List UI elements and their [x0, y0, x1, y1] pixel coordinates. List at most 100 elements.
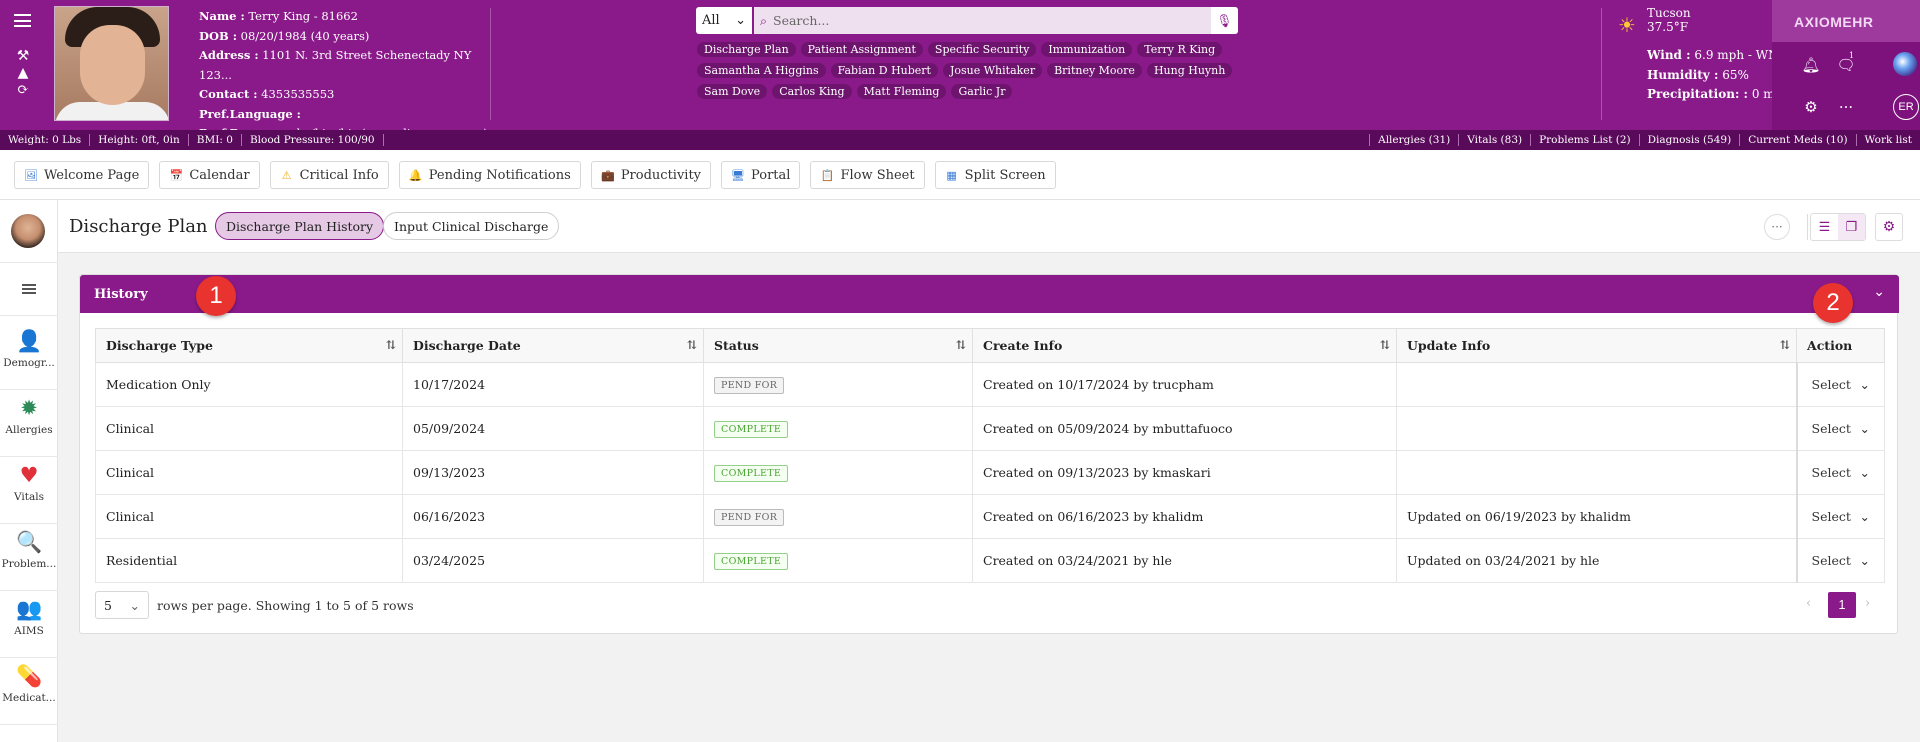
sidebar-item-vitals[interactable]: ♥ Vitals [0, 462, 58, 503]
flowsheet-icon: 📋 [820, 168, 835, 182]
quick-chip[interactable]: Matt Fleming [856, 84, 947, 99]
toolbar-portal-button[interactable]: 🖥 Portal [721, 161, 801, 189]
sidebar-item-allergies[interactable]: ✹ Allergies [0, 395, 58, 436]
create-info-cell: Created on 09/13/2023 by kmaskari [972, 450, 1397, 495]
discharge-date-cell: 05/09/2024 [402, 406, 704, 451]
vitals-link[interactable]: Work list [1855, 134, 1920, 146]
sort-icon[interactable]: ⇅ [1780, 338, 1790, 352]
list-view-icon[interactable]: ☰ [1811, 214, 1838, 240]
warning-icon: ⚠ [281, 168, 292, 182]
column-header[interactable]: Discharge Type ⇅ [95, 328, 403, 363]
action-select[interactable]: Select ⌄ [1808, 421, 1875, 436]
sidebar-item-problem[interactable]: 🔍 Problem... [0, 529, 58, 570]
quick-chip[interactable]: Samantha A Higgins [697, 63, 826, 78]
create-info-cell: Created on 03/24/2021 by hle [972, 538, 1397, 583]
tab-input-clinical-discharge[interactable]: Input Clinical Discharge [383, 212, 560, 240]
toolbar-flow-sheet-button[interactable]: 📋 Flow Sheet [810, 161, 925, 189]
table-row: Clinical 09/13/2023 COMPLETE Created on 09/… [95, 450, 1885, 495]
more-options-button[interactable]: ··· [1764, 214, 1790, 240]
page-number-button[interactable]: 1 [1828, 592, 1856, 618]
heart-pulse-icon: ♥ [19, 463, 39, 487]
microphone-icon[interactable]: 🎙 [1211, 7, 1238, 34]
quick-chip[interactable]: Britney Moore [1047, 63, 1142, 78]
vitals-link[interactable]: Current Meds (10) [1739, 134, 1855, 146]
toolbar-critical-info-button[interactable]: ⚠ Critical Info [269, 161, 389, 189]
column-header[interactable]: Status ⇅ [703, 328, 973, 363]
next-page-icon[interactable]: › [1865, 596, 1870, 611]
search-scope-select[interactable]: All ⌄ [696, 7, 752, 34]
collapse-chevron-icon[interactable]: ⌄ [1873, 284, 1885, 300]
sort-icon[interactable]: ⇅ [687, 338, 697, 352]
patient-avatar[interactable] [11, 214, 45, 248]
quick-chip[interactable]: Terry R King [1137, 42, 1223, 57]
search-input[interactable]: ⌕ Search... 🎙 [754, 7, 1238, 34]
toolbar-productivity-button[interactable]: 💼 Productivity [590, 161, 712, 189]
weather-temp: 37.5°F [1647, 20, 1689, 34]
refresh-icon[interactable]: ⟳ [17, 82, 29, 98]
create-info-cell: Created on 10/17/2024 by trucpham [972, 362, 1397, 407]
card-view-icon[interactable]: ❐ [1838, 214, 1865, 240]
quick-chip[interactable]: Hung Huynh [1146, 63, 1233, 78]
action-select[interactable]: Select ⌄ [1808, 465, 1875, 480]
vitals-bar: Weight: 0 Lbs Height: 0ft, 0in BMI: 0 Blood… [0, 130, 1920, 150]
more-icon[interactable]: ··· [1835, 96, 1857, 118]
gear-icon[interactable]: ⚙ [1800, 96, 1822, 118]
update-info-cell [1396, 406, 1797, 451]
quick-chip[interactable]: Garlic Jr [951, 84, 1013, 99]
toolbar-welcome-page-button[interactable]: 🖼 Welcome Page [14, 161, 150, 189]
tab-discharge-plan-history[interactable]: Discharge Plan History [215, 212, 385, 240]
bell-icon[interactable]: 🔔︎ [1800, 54, 1822, 76]
gavel-icon[interactable]: ⚒ [17, 48, 30, 64]
quick-chip[interactable]: Carlos King [772, 84, 852, 99]
settings-gear-icon[interactable]: ⚙ [1875, 213, 1903, 241]
main-menu-icon[interactable] [14, 14, 31, 27]
sort-icon[interactable]: ⇅ [386, 338, 396, 352]
column-header[interactable]: Create Info ⇅ [972, 328, 1397, 363]
toolbar-calendar-button[interactable]: 📅 Calendar [159, 161, 260, 189]
action-select[interactable]: Select ⌄ [1808, 553, 1875, 568]
chat-icon[interactable]: 🗨︎ 1 [1835, 51, 1857, 76]
sort-icon[interactable]: ⇅ [956, 338, 966, 352]
column-header: Action [1796, 328, 1885, 363]
user-avatar[interactable]: ER [1893, 94, 1919, 120]
rows-per-page-select[interactable]: 5 ⌄ [95, 591, 149, 619]
quick-chip[interactable]: Fabian D Hubert [830, 63, 938, 78]
action-select[interactable]: Select ⌄ [1808, 377, 1875, 392]
chevron-down-icon: ⌄ [1859, 509, 1870, 524]
history-panel-header[interactable]: History ⌄ [80, 275, 1899, 313]
column-header[interactable]: Discharge Date ⇅ [402, 328, 704, 363]
status-badge: COMPLETE [714, 464, 789, 482]
status-badge: PEND FOR [714, 508, 785, 526]
sort-icon[interactable]: ⇅ [1380, 338, 1390, 352]
sidebar-item-aims[interactable]: 👥 AIMS [0, 596, 58, 637]
vitals-link[interactable]: Diagnosis (549) [1638, 134, 1740, 146]
toolbar-split-screen-button[interactable]: ▦ Split Screen [934, 161, 1056, 189]
assistant-avatar[interactable] [1893, 52, 1917, 76]
quick-chip[interactable]: Specific Security [927, 42, 1037, 57]
vitals-link[interactable]: Problems List (2) [1530, 134, 1639, 146]
menu-icon[interactable] [22, 284, 36, 294]
quick-chip[interactable]: Immunization [1041, 42, 1133, 57]
global-search: All ⌄ ⌕ Search... 🎙 [696, 7, 1238, 34]
warning-icon[interactable]: ▲ [18, 65, 29, 81]
column-header[interactable]: Update Info ⇅ [1396, 328, 1797, 363]
vitals-link[interactable]: Allergies (31) [1369, 134, 1458, 146]
chevron-down-icon: ⌄ [1859, 465, 1870, 480]
action-select[interactable]: Select ⌄ [1808, 509, 1875, 524]
toolbar-pending-notifications-button[interactable]: 🔔 Pending Notifications [398, 161, 581, 189]
prev-page-icon[interactable]: ‹ [1806, 596, 1811, 611]
sidebar-item-medicat[interactable]: 💊 Medicat... [0, 663, 58, 704]
quick-chip[interactable]: Patient Assignment [800, 42, 923, 57]
discharge-type-cell: Clinical [95, 450, 403, 495]
vitals-link[interactable]: Vitals (83) [1458, 134, 1530, 146]
page-header: Discharge Plan Discharge Plan History In… [58, 200, 1920, 253]
discharge-type-cell: Clinical [95, 406, 403, 451]
quick-chip[interactable]: Sam Dove [697, 84, 768, 99]
callout-marker-1: 1 [196, 276, 236, 316]
quick-chip[interactable]: Discharge Plan [697, 42, 796, 57]
action-cell: Select ⌄ [1795, 494, 1885, 539]
quick-chip[interactable]: Josue Whitaker [942, 63, 1043, 78]
discharge-date-cell: 09/13/2023 [402, 450, 704, 495]
sidebar-item-demogr[interactable]: 👤 Demogr... [0, 328, 58, 369]
chevron-down-icon: ⌄ [735, 13, 746, 28]
